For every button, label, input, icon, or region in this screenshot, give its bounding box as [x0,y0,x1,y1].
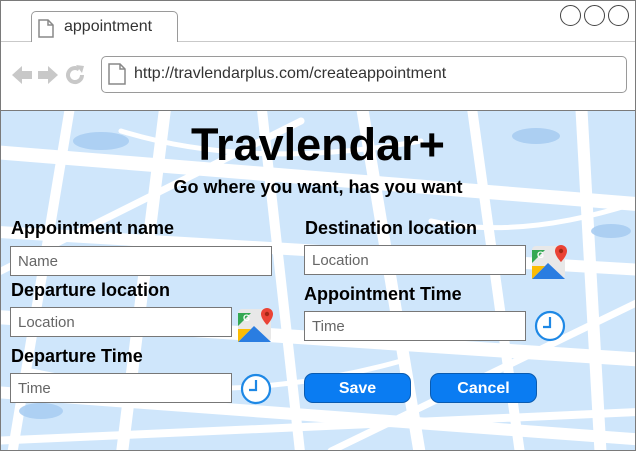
departure-location-label: Departure location [11,280,171,300]
departure-location-field[interactable] [10,307,232,337]
minimize-button[interactable] [560,5,581,26]
appointment-time-field[interactable] [304,311,526,341]
cancel-button[interactable]: Cancel [430,373,537,403]
maximize-button[interactable] [584,5,605,26]
nav-buttons [11,63,87,92]
browser-window: appointment http://travlendarplus.com/cr… [0,0,636,451]
svg-text:G: G [537,250,544,260]
tab-title: appointment [64,18,153,35]
departure-time-label: Departure Time [11,346,143,366]
svg-text:G: G [243,313,250,323]
appointment-time-label: Appointment Time [304,284,462,304]
window-controls [560,5,629,26]
appointment-name-field[interactable] [10,246,272,276]
save-button[interactable]: Save [304,373,411,403]
appointment-time-input[interactable] [305,312,525,340]
destination-location-field[interactable] [304,245,526,275]
google-maps-icon[interactable]: G [237,306,274,349]
address-bar[interactable]: http://travlendarplus.com/createappointm… [101,56,627,93]
departure-time-input[interactable] [11,374,231,402]
navigation-bar: http://travlendarplus.com/createappointm… [1,42,635,111]
reload-icon[interactable] [63,63,87,92]
browser-tab[interactable]: appointment [31,11,178,42]
clock-icon[interactable] [534,310,566,347]
url-text: http://travlendarplus.com/createappointm… [134,65,447,82]
departure-location-input[interactable] [11,308,231,336]
destination-location-label: Destination location [305,218,478,238]
tab-bar: appointment [1,1,635,42]
forward-arrow-icon[interactable] [37,64,59,91]
appointment-name-input[interactable] [11,247,271,275]
close-button[interactable] [608,5,629,26]
back-arrow-icon[interactable] [11,64,33,91]
page-content: Travlendar+ Go where you want, has you w… [1,111,635,450]
app-title: Travlendar+ [191,119,445,170]
appointment-name-label: Appointment name [11,218,175,238]
clock-icon[interactable] [240,373,272,410]
google-maps-icon[interactable]: G [531,243,568,286]
departure-time-field[interactable] [10,373,232,403]
document-icon [38,19,54,43]
document-icon [108,63,126,90]
app-tagline: Go where you want, has you want [173,177,463,197]
destination-location-input[interactable] [305,246,525,274]
